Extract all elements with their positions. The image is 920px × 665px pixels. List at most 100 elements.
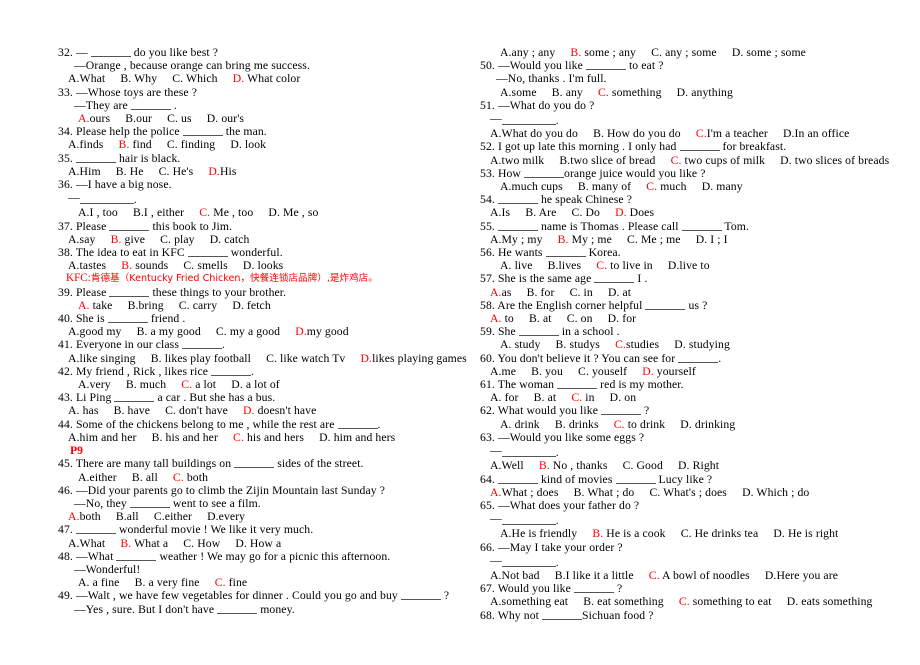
option[interactable]: B.lives [548, 259, 582, 272]
option-correct[interactable]: C. in [571, 391, 594, 404]
option[interactable]: C. any ; some [651, 46, 717, 59]
option-correct[interactable]: B. give [111, 233, 145, 246]
option[interactable]: B. studys [556, 338, 600, 351]
option-correct[interactable]: A. to [490, 312, 514, 325]
option[interactable]: A.I , too [78, 206, 118, 219]
option[interactable]: D. He is right [773, 527, 838, 540]
option[interactable]: D. fetch [232, 299, 270, 312]
option[interactable]: D. two slices of breads [780, 154, 889, 167]
option[interactable]: D. Which ; do [742, 486, 809, 499]
option[interactable]: C. finding [167, 138, 215, 151]
option[interactable]: A.me [490, 365, 516, 378]
option[interactable]: A.him and her [68, 431, 137, 444]
option[interactable]: B. Why [120, 72, 157, 85]
option-correct[interactable]: A.ours [78, 112, 110, 125]
option[interactable]: A.any ; any [500, 46, 555, 59]
option-correct[interactable]: C. much [646, 180, 686, 193]
option-correct[interactable]: D.likes playing games [361, 352, 467, 365]
option[interactable]: B.I like it a little [555, 569, 634, 582]
option[interactable]: B.our [125, 112, 152, 125]
option[interactable]: B. his and her [152, 431, 218, 444]
option[interactable]: C. Do [572, 206, 600, 219]
option[interactable]: B. How do you do [593, 127, 681, 140]
option-correct[interactable]: C. his and hers [233, 431, 304, 444]
option-correct[interactable]: C. something [598, 86, 662, 99]
option[interactable]: A. drink [500, 418, 540, 431]
option-correct[interactable]: D. yourself [642, 365, 696, 378]
option[interactable]: D. looks [243, 259, 283, 272]
option-correct[interactable]: B. He is a cook [592, 527, 665, 540]
option[interactable]: A. for [490, 391, 519, 404]
option[interactable]: A.Not bad [490, 569, 540, 582]
option[interactable]: A.What [68, 537, 105, 550]
option[interactable]: D. some ; some [732, 46, 806, 59]
option[interactable]: A.some [500, 86, 537, 99]
option[interactable]: A. live [500, 259, 533, 272]
option-correct[interactable]: C. two cups of milk [671, 154, 765, 167]
option-correct[interactable]: B. sounds [121, 259, 168, 272]
option[interactable]: D. anything [677, 86, 733, 99]
option[interactable]: D. look [230, 138, 266, 151]
option[interactable]: C. in [570, 286, 593, 299]
option[interactable]: C. youself [578, 365, 627, 378]
option[interactable]: A.What do you do [490, 127, 578, 140]
option[interactable]: D.live to [668, 259, 710, 272]
option[interactable]: D.every [207, 510, 245, 523]
option[interactable]: B. at [534, 391, 557, 404]
option[interactable]: D. for [608, 312, 637, 325]
option[interactable]: D.Here you are [765, 569, 838, 582]
option[interactable]: D. many [702, 180, 743, 193]
option-correct[interactable]: C. to drink [614, 418, 665, 431]
option-correct[interactable]: A. take [78, 299, 112, 312]
option-correct[interactable]: C. a lot [181, 378, 216, 391]
option[interactable]: D. on [610, 391, 636, 404]
option[interactable]: C. Good [623, 459, 663, 472]
option[interactable]: A.tastes [68, 259, 106, 272]
option[interactable]: D. How a [235, 537, 281, 550]
option[interactable]: A.very [78, 378, 111, 391]
option[interactable]: A.say [68, 233, 95, 246]
option[interactable]: B. many of [578, 180, 631, 193]
option[interactable]: B. at [529, 312, 552, 325]
option[interactable]: A.He is friendly [500, 527, 577, 540]
option-correct[interactable]: C.studies [615, 338, 659, 351]
option[interactable]: B. much [126, 378, 166, 391]
option[interactable]: A.like singing [68, 352, 136, 365]
option[interactable]: A.Is [490, 206, 510, 219]
option[interactable]: B. What ; do [574, 486, 635, 499]
option[interactable]: A.Him [68, 165, 101, 178]
option-correct[interactable]: A.as [490, 286, 512, 299]
option[interactable]: A.much cups [500, 180, 563, 193]
option[interactable]: C.either [154, 510, 192, 523]
option[interactable]: D. him and hers [319, 431, 395, 444]
option[interactable]: C. He drinks tea [681, 527, 759, 540]
option-correct[interactable]: B. What a [120, 537, 168, 550]
option[interactable]: C. Me ; me [627, 233, 681, 246]
option-correct[interactable]: C. both [173, 471, 208, 484]
option-correct[interactable]: D. Does [615, 206, 654, 219]
option-correct[interactable]: C. A bowl of noodles [649, 569, 750, 582]
option[interactable]: C. don't have [165, 404, 228, 417]
option-correct[interactable]: A.What ; does [490, 486, 559, 499]
option[interactable]: D. a lot of [231, 378, 280, 391]
option[interactable]: D. Me , so [268, 206, 318, 219]
option-correct[interactable]: D.His [208, 165, 236, 178]
option[interactable]: D. eats something [787, 595, 873, 608]
option-correct[interactable]: B. No , thanks [539, 459, 608, 472]
option[interactable]: B. you [531, 365, 563, 378]
option[interactable]: C. us [167, 112, 192, 125]
option-correct[interactable]: C. Me , too [199, 206, 253, 219]
option[interactable]: C. carry [179, 299, 217, 312]
option-correct[interactable]: C. something to eat [679, 595, 772, 608]
option[interactable]: C. How [183, 537, 220, 550]
option[interactable]: B. a very fine [135, 576, 200, 589]
option[interactable]: C. like watch Tv [266, 352, 345, 365]
option[interactable]: A. a fine [78, 576, 119, 589]
option-correct[interactable]: B. find [119, 138, 152, 151]
option-correct[interactable]: A.both [68, 510, 101, 523]
option[interactable]: C. He's [159, 165, 194, 178]
option-correct[interactable]: C.I'm a teacher [696, 127, 768, 140]
option[interactable]: C. play [160, 233, 194, 246]
option[interactable]: B. Are [525, 206, 556, 219]
option[interactable]: B. He [116, 165, 144, 178]
